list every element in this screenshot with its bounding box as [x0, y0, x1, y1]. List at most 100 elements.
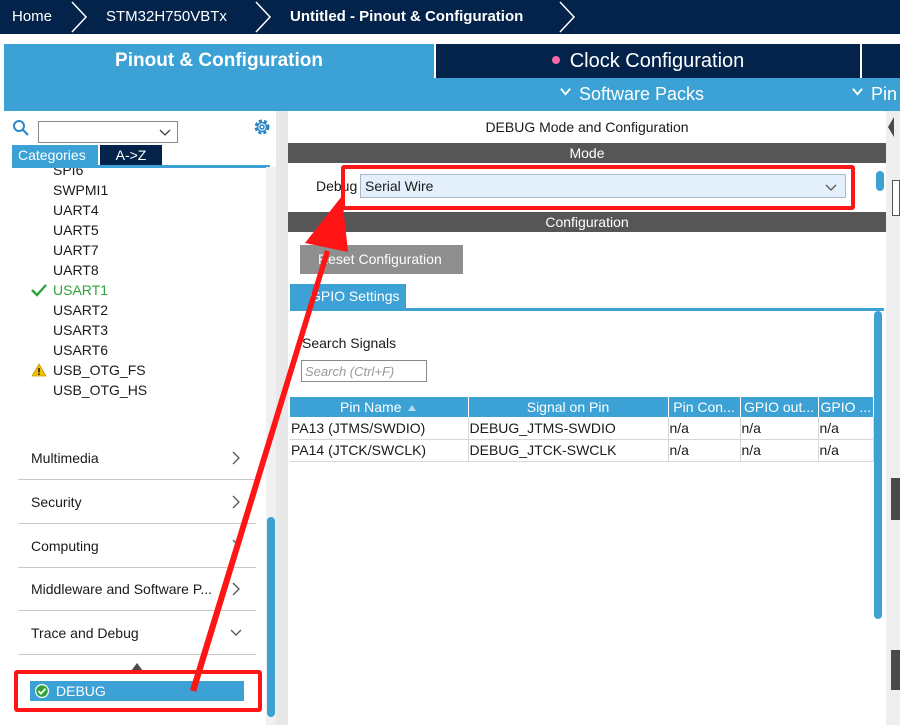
table-row[interactable]: PA14 (JTCK/SWCLK) DEBUG_JTCK-SWCLK n/a n… [290, 439, 875, 462]
edge-block [891, 650, 900, 690]
category-label: Multimedia [31, 450, 99, 466]
main-tabs: Pinout & Configuration Clock Configurati… [0, 34, 900, 78]
chevron-down-icon [560, 88, 571, 96]
breadcrumb-device[interactable]: STM32H750VBTx [106, 0, 227, 34]
search-signals-input[interactable] [305, 362, 425, 380]
column-header-pin-name[interactable]: Pin Name [290, 397, 469, 417]
column-label: Pin Name [340, 399, 402, 415]
peripheral-item[interactable]: USART6 [53, 340, 108, 360]
breadcrumb: Home STM32H750VBTx Untitled - Pinout & C… [0, 0, 900, 34]
scrollbar-thumb[interactable] [874, 311, 882, 619]
annotation-highlight-debug-item [14, 670, 262, 712]
peripheral-item[interactable]: UART8 [53, 260, 99, 280]
cell-signal: DEBUG_JTCK-SWCLK [468, 439, 669, 462]
tab-pinout-configuration[interactable]: Pinout & Configuration [4, 44, 434, 78]
table-scrollbar[interactable] [872, 311, 884, 725]
tab-clock-label: Clock Configuration [569, 50, 745, 72]
categories-panel: Categories A->Z SPI6 SWPMI1 UART4 UART5 … [4, 111, 276, 725]
search-signals-box[interactable] [301, 360, 427, 382]
cell-gpio-output: n/a [740, 417, 819, 440]
category-label: Trace and Debug [31, 625, 139, 641]
search-signals-label: Search Signals [302, 335, 397, 351]
peripheral-item[interactable]: SWPMI1 [53, 180, 108, 200]
edge-toggle[interactable] [892, 180, 900, 216]
configuration-header: Configuration [288, 212, 886, 232]
category-middleware[interactable]: Middleware and Software P... [18, 569, 256, 611]
scrollbar-thumb[interactable] [267, 517, 275, 717]
peripheral-list: SPI6 SWPMI1 UART4 UART5 UART7 UART8 USAR… [4, 168, 266, 408]
reset-configuration-button[interactable]: Reset Configuration [300, 245, 463, 274]
software-packs-menu[interactable]: Software Packs [560, 78, 704, 111]
chevron-down-icon [852, 88, 863, 96]
tab-clock-configuration[interactable]: Clock Configuration [436, 44, 860, 78]
cell-pin-context: n/a [668, 439, 741, 462]
chevron-right-icon [232, 451, 240, 465]
panel-divider[interactable] [276, 111, 288, 725]
peripheral-item[interactable]: UART7 [53, 240, 99, 260]
breadcrumb-separator-icon [559, 1, 576, 33]
pinout-menu[interactable]: Pin [852, 78, 897, 111]
cell-gpio-output: n/a [740, 439, 819, 462]
tab-overflow[interactable] [862, 44, 900, 78]
breadcrumb-separator-icon [71, 1, 88, 33]
signals-table: Pin Name Signal on Pin Pin Con... GPIO o… [290, 397, 875, 462]
annotation-highlight-debug-select [341, 165, 855, 210]
cell-signal: DEBUG_JTMS-SWDIO [468, 417, 669, 440]
peripheral-item[interactable]: UART5 [53, 220, 99, 240]
peripheral-item[interactable]: USB_OTG_HS [53, 380, 147, 400]
cell-gpio-mode: n/a [818, 439, 875, 462]
chevron-down-icon [159, 129, 171, 136]
category-label: Security [31, 494, 82, 510]
warning-icon [31, 363, 47, 377]
pinout-menu-label: Pin [871, 84, 898, 104]
peripheral-label: USART1 [53, 282, 108, 298]
category-security[interactable]: Security [18, 482, 256, 524]
modified-dot-icon [551, 55, 560, 64]
gear-icon[interactable] [252, 117, 272, 137]
column-header-pin-context[interactable]: Pin Con... [668, 397, 741, 417]
table-row[interactable]: PA13 (JTMS/SWDIO) DEBUG_JTMS-SWDIO n/a n… [290, 417, 875, 440]
mode-header: Mode [288, 143, 886, 163]
column-header-gpio-output[interactable]: GPIO out... [740, 397, 819, 417]
table-header-row: Pin Name Signal on Pin Pin Con... GPIO o… [290, 397, 875, 417]
chevron-right-icon [232, 495, 240, 509]
column-header-gpio-mode[interactable]: GPIO ... [818, 397, 875, 417]
checkmark-icon [31, 284, 47, 297]
peripheral-item-usart1[interactable]: USART1 [31, 280, 108, 300]
category-label: Middleware and Software P... [31, 581, 213, 597]
peripheral-item[interactable]: SPI6 [53, 168, 83, 180]
chevron-right-icon [232, 582, 240, 596]
sub-menu-bar: Software Packs Pin [4, 78, 900, 111]
peripheral-label: USB_OTG_FS [53, 362, 146, 378]
software-packs-label: Software Packs [579, 84, 705, 104]
cell-pin-context: n/a [668, 417, 741, 440]
tab-categories[interactable]: Categories [12, 145, 98, 165]
category-multimedia[interactable]: Multimedia [18, 438, 256, 480]
breadcrumb-home[interactable]: Home [12, 0, 52, 34]
category-search-combo[interactable] [38, 121, 178, 143]
chevron-right-icon [232, 539, 240, 553]
tab-a-z[interactable]: A->Z [100, 145, 162, 165]
category-computing[interactable]: Computing [18, 526, 256, 568]
peripheral-item[interactable]: USART2 [53, 300, 108, 320]
expand-panel-icon[interactable] [887, 116, 895, 138]
column-header-signal-on-pin[interactable]: Signal on Pin [468, 397, 669, 417]
peripheral-item[interactable]: UART4 [53, 200, 99, 220]
chevron-down-icon [230, 629, 242, 636]
mode-scrollbar-thumb[interactable] [876, 171, 884, 191]
gpio-tab-underline [290, 308, 884, 311]
cell-pin-name: PA14 (JTCK/SWCLK) [290, 439, 469, 462]
cell-gpio-mode: n/a [818, 417, 875, 440]
peripheral-item[interactable]: USART3 [53, 320, 108, 340]
category-label: Computing [31, 538, 99, 554]
cell-pin-name: PA13 (JTMS/SWDIO) [290, 417, 469, 440]
edge-block [891, 478, 900, 520]
breadcrumb-separator-icon [255, 1, 272, 33]
breadcrumb-project[interactable]: Untitled - Pinout & Configuration [290, 0, 523, 34]
sort-arrow-icon [408, 405, 417, 411]
category-trace-and-debug[interactable]: Trace and Debug [18, 613, 256, 655]
search-icon[interactable] [12, 119, 30, 137]
peripheral-item-usb-otg-fs[interactable]: USB_OTG_FS [31, 360, 146, 380]
left-panel-scrollbar[interactable] [266, 167, 276, 725]
tab-gpio-settings[interactable]: GPIO Settings [290, 284, 406, 308]
